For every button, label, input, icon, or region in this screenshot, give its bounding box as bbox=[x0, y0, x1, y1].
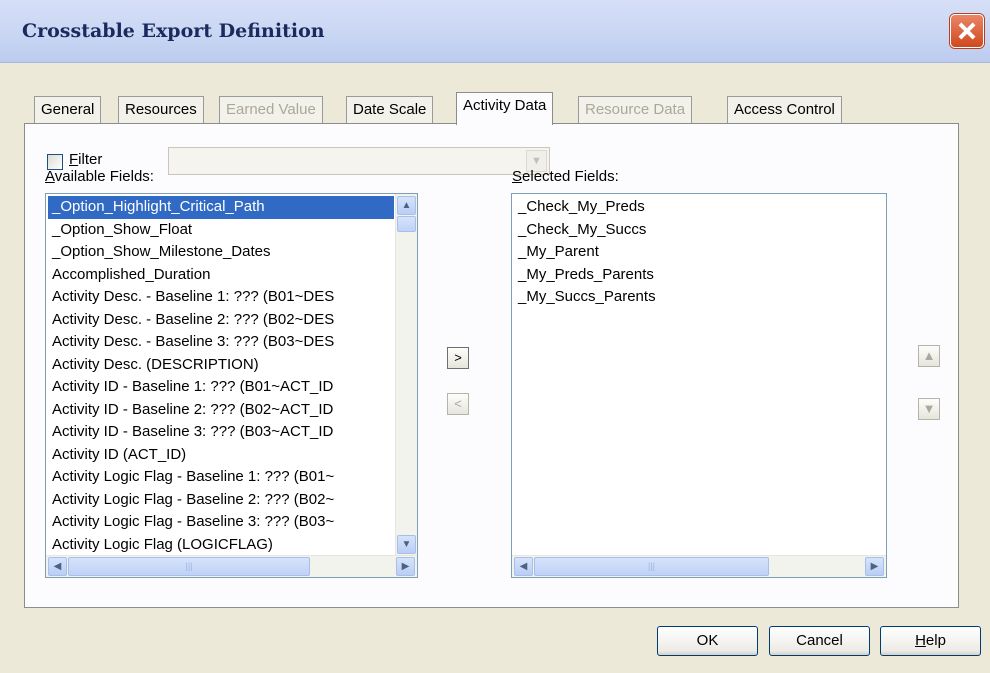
tab-label: General bbox=[41, 101, 95, 118]
tab-resource-data: Resource Data bbox=[578, 96, 693, 123]
tab-activity-data[interactable]: Activity Data bbox=[456, 92, 554, 125]
tab-label: Date Scale bbox=[353, 101, 427, 118]
chevron-up-icon[interactable]: ▲ bbox=[397, 196, 416, 215]
cancel-button[interactable]: Cancel bbox=[769, 626, 870, 656]
available-list-item[interactable]: Activity Logic Flag (LOGICFLAG) bbox=[48, 534, 394, 557]
tab-label: Access Control bbox=[734, 101, 835, 118]
available-list-item[interactable]: _Option_Show_Float bbox=[48, 219, 394, 242]
available-list-item[interactable]: _Option_Show_Milestone_Dates bbox=[48, 241, 394, 264]
selected-list-item[interactable]: _My_Succs_Parents bbox=[514, 286, 884, 309]
tab-label: Resources bbox=[125, 101, 197, 118]
chevron-right-icon[interactable]: ▶ bbox=[396, 557, 415, 576]
chevron-left-icon[interactable]: ◀ bbox=[514, 557, 533, 576]
tab-access-control[interactable]: Access Control bbox=[727, 96, 842, 123]
window-title: Crosstable Export Definition bbox=[22, 20, 325, 42]
selected-fields-list[interactable]: _Check_My_Preds _Check_My_Succs _My_Parent… bbox=[511, 193, 887, 578]
selected-list-item[interactable]: _My_Preds_Parents bbox=[514, 264, 884, 287]
help-button[interactable]: Help bbox=[880, 626, 981, 656]
close-button[interactable] bbox=[950, 14, 984, 48]
available-list-item[interactable]: Activity Desc. - Baseline 2: ??? (B02~DE… bbox=[48, 309, 394, 332]
tab-label: Earned Value bbox=[226, 101, 316, 118]
selected-list-item[interactable]: _Check_My_Succs bbox=[514, 219, 884, 242]
selected-list-item[interactable]: _My_Parent bbox=[514, 241, 884, 264]
add-field-button[interactable]: > bbox=[447, 347, 469, 369]
chevron-left-icon[interactable]: ◀ bbox=[48, 557, 67, 576]
available-list-item[interactable]: Activity Logic Flag - Baseline 1: ??? (B… bbox=[48, 466, 394, 489]
chevron-up-icon: ▲ bbox=[922, 348, 936, 363]
tab-date-scale[interactable]: Date Scale bbox=[346, 96, 434, 123]
title-bar: Crosstable Export Definition bbox=[0, 0, 990, 63]
ok-button[interactable]: OK bbox=[657, 626, 758, 656]
selected-list-item[interactable]: _Check_My_Preds bbox=[514, 196, 884, 219]
available-list-item[interactable]: Accomplished_Duration bbox=[48, 264, 394, 287]
scrollbar-thumb[interactable]: ||| bbox=[68, 557, 310, 576]
available-list-item[interactable]: Activity Logic Flag - Baseline 3: ??? (B… bbox=[48, 511, 394, 534]
available-vertical-scrollbar[interactable]: ▲ ▼ bbox=[395, 194, 417, 556]
chevron-right-icon[interactable]: ▶ bbox=[865, 557, 884, 576]
available-list-item[interactable]: Activity ID (ACT_ID) bbox=[48, 444, 394, 467]
available-list-item[interactable]: _Option_Highlight_Critical_Path bbox=[48, 196, 394, 219]
tab-label: Resource Data bbox=[585, 101, 686, 118]
tab-label: Activity Data bbox=[463, 97, 547, 114]
tab-resources[interactable]: Resources bbox=[118, 96, 204, 123]
available-list-item[interactable]: Activity Desc. - Baseline 3: ??? (B03~DE… bbox=[48, 331, 394, 354]
filter-combobox: ▼ bbox=[168, 147, 550, 175]
move-up-button: ▲ bbox=[918, 345, 940, 367]
tab-general[interactable]: General bbox=[34, 96, 102, 123]
available-list-item[interactable]: Activity ID - Baseline 1: ??? (B01~ACT_I… bbox=[48, 376, 394, 399]
selected-fields-label: Selected Fields: bbox=[512, 168, 619, 185]
selected-horizontal-scrollbar[interactable]: ◀ ||| ▶ bbox=[512, 555, 886, 577]
available-list-item[interactable]: Activity Logic Flag - Baseline 2: ??? (B… bbox=[48, 489, 394, 512]
filter-label[interactable]: Filter bbox=[69, 151, 102, 168]
move-down-button: ▼ bbox=[918, 398, 940, 420]
chevron-down-icon: ▼ bbox=[922, 401, 936, 416]
available-fields-label: Available Fields: bbox=[45, 168, 154, 185]
tab-earned-value: Earned Value bbox=[219, 96, 323, 123]
available-list-item[interactable]: Activity Desc. - Baseline 1: ??? (B01~DE… bbox=[48, 286, 394, 309]
remove-field-button: < bbox=[447, 393, 469, 415]
available-list-item[interactable]: Activity ID - Baseline 2: ??? (B02~ACT_I… bbox=[48, 399, 394, 422]
chevron-down-icon[interactable]: ▼ bbox=[397, 535, 416, 554]
scrollbar-thumb[interactable] bbox=[397, 216, 416, 232]
available-list-item[interactable]: Activity ID - Baseline 3: ??? (B03~ACT_I… bbox=[48, 421, 394, 444]
available-horizontal-scrollbar[interactable]: ◀ ||| ▶ bbox=[46, 555, 417, 577]
scrollbar-thumb[interactable]: ||| bbox=[534, 557, 769, 576]
available-list-item[interactable]: Activity Desc. (DESCRIPTION) bbox=[48, 354, 394, 377]
available-fields-list[interactable]: _Option_Highlight_Critical_Path _Option_S… bbox=[45, 193, 418, 578]
